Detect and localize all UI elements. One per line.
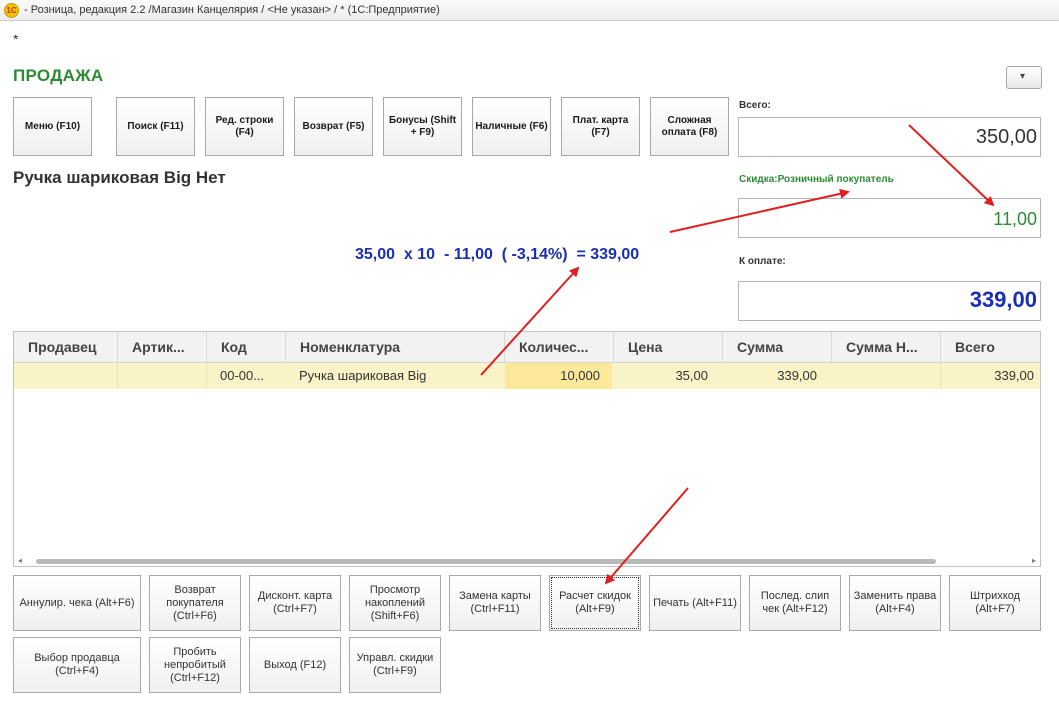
barcode-button[interactable]: Штрихкод (Alt+F7) xyxy=(949,575,1041,631)
total-label: Всего: xyxy=(739,100,771,111)
col-total[interactable]: Всего xyxy=(941,332,1040,362)
cell-total: 339,00 xyxy=(994,368,1034,383)
calculate-discounts-button[interactable]: Расчет скидок (Alt+F9) xyxy=(549,575,641,631)
cell-qty[interactable]: 10,000 xyxy=(505,363,612,389)
cell-item: Ручка шариковая Big xyxy=(299,368,427,383)
col-sum[interactable]: Сумма xyxy=(723,332,832,362)
discount-card-button[interactable]: Дисконт. карта (Ctrl+F7) xyxy=(249,575,341,631)
print-button[interactable]: Печать (Alt+F11) xyxy=(649,575,741,631)
sales-table[interactable]: Продавец Артик... Код Номенклатура Колич… xyxy=(13,331,1041,567)
table-row[interactable]: 00-00... Ручка шариковая Big 10,000 35,0… xyxy=(14,363,1040,389)
more-actions-button[interactable]: ▾ xyxy=(1006,66,1042,89)
discount-value: 11,00 xyxy=(993,209,1037,229)
total-field: 350,00 xyxy=(738,117,1041,157)
customer-return-button[interactable]: Возврат покупателя (Ctrl+F6) xyxy=(149,575,241,631)
col-article[interactable]: Артик... xyxy=(118,332,207,362)
price-formula: 35,00 x 10 - 11,00 ( -3,14%) = 339,00 xyxy=(355,246,640,263)
col-sum-n[interactable]: Сумма Н... xyxy=(832,332,941,362)
chevron-down-icon: ▾ xyxy=(1020,71,1026,82)
search-button[interactable]: Поиск (F11) xyxy=(116,97,195,156)
col-qty[interactable]: Количес... xyxy=(505,332,614,362)
discount-label: Скидка:Розничный покупатель xyxy=(739,174,894,185)
1c-app-icon[interactable]: 1C xyxy=(4,3,19,18)
modified-marker: * xyxy=(13,31,19,47)
cash-payment-button[interactable]: Наличные (F6) xyxy=(472,97,551,156)
cell-sum-n xyxy=(832,363,941,389)
col-seller[interactable]: Продавец xyxy=(14,332,118,362)
cancel-check-button[interactable]: Аннулир. чека (Alt+F6) xyxy=(13,575,141,631)
col-item[interactable]: Номенклатура xyxy=(286,332,505,362)
menu-button[interactable]: Меню (F10) xyxy=(13,97,92,156)
scroll-right-icon[interactable]: ▸ xyxy=(1032,556,1036,565)
cell-article xyxy=(118,363,207,389)
cell-price: 35,00 xyxy=(675,368,708,383)
select-seller-button[interactable]: Выбор продавца (Ctrl+F4) xyxy=(13,637,141,693)
table-header: Продавец Артик... Код Номенклатура Колич… xyxy=(14,332,1040,363)
view-accumulations-button[interactable]: Просмотр накоплений (Shift+F6) xyxy=(349,575,441,631)
replace-card-button[interactable]: Замена карты (Ctrl+F11) xyxy=(449,575,541,631)
punch-unpunched-button[interactable]: Пробить непробитый (Ctrl+F12) xyxy=(149,637,241,693)
cell-sum: 339,00 xyxy=(777,368,817,383)
horizontal-scrollbar[interactable]: ◂ ▸ xyxy=(18,556,1036,566)
scroll-left-icon[interactable]: ◂ xyxy=(18,556,22,565)
scroll-thumb[interactable] xyxy=(36,559,936,564)
to-pay-value: 339,00 xyxy=(969,287,1037,312)
window-titlebar: 1C - Розница, редакция 2.2 /Магазин Канц… xyxy=(0,0,1059,21)
return-button[interactable]: Возврат (F5) xyxy=(294,97,373,156)
to-pay-field: 339,00 xyxy=(738,281,1041,321)
window-title: - Розница, редакция 2.2 /Магазин Канцеля… xyxy=(24,4,440,16)
replace-rights-button[interactable]: Заменить права (Alt+F4) xyxy=(849,575,941,631)
total-value: 350,00 xyxy=(975,126,1037,148)
to-pay-label: К оплате: xyxy=(739,256,786,267)
card-payment-button[interactable]: Плат. карта (F7) xyxy=(561,97,640,156)
current-item-name: Ручка шариковая Big Нет xyxy=(13,168,226,187)
cell-code: 00-00... xyxy=(220,368,265,383)
col-code[interactable]: Код xyxy=(207,332,286,362)
exit-button[interactable]: Выход (F12) xyxy=(249,637,341,693)
complex-payment-button[interactable]: Сложная оплата (F8) xyxy=(650,97,729,156)
manage-discounts-button[interactable]: Управл. скидки (Ctrl+F9) xyxy=(349,637,441,693)
page-title: ПРОДАЖА xyxy=(13,66,104,85)
col-price[interactable]: Цена xyxy=(614,332,723,362)
cell-seller xyxy=(14,363,118,389)
discount-field: 11,00 xyxy=(738,198,1041,238)
bonuses-button[interactable]: Бонусы (Shift + F9) xyxy=(383,97,462,156)
last-slip-button[interactable]: Послед. слип чек (Alt+F12) xyxy=(749,575,841,631)
edit-row-button[interactable]: Ред. строки (F4) xyxy=(205,97,284,156)
